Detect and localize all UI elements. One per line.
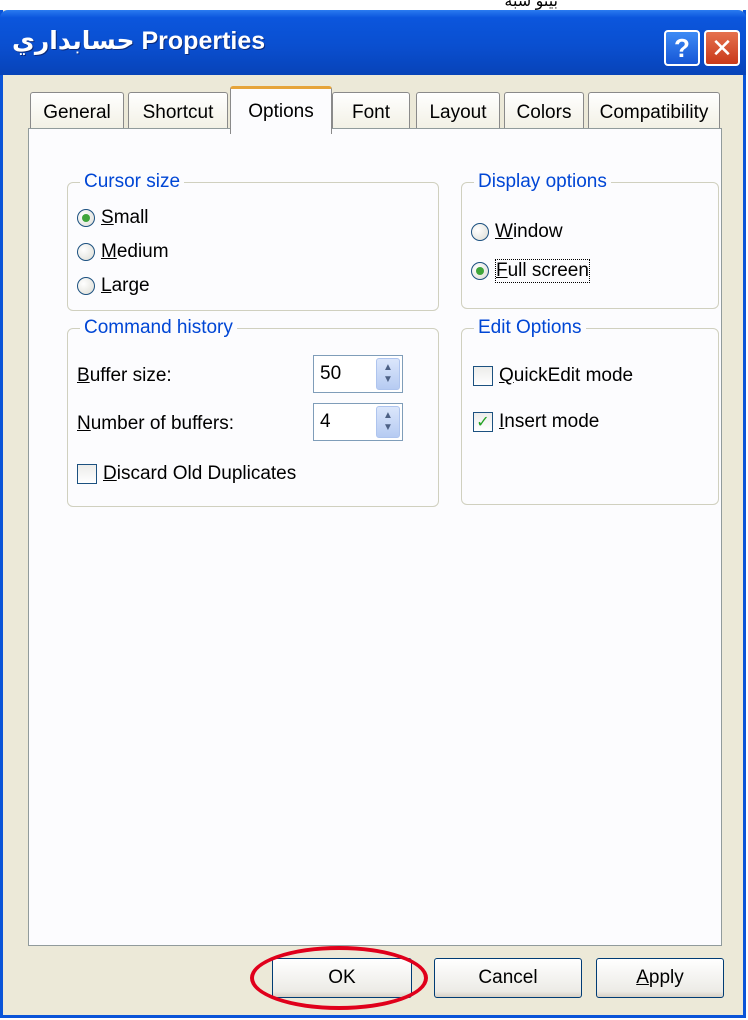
radio-small-control[interactable] — [77, 209, 95, 227]
radio-large-label: Large — [101, 275, 150, 296]
radio-window-control[interactable] — [471, 223, 489, 241]
ok-button[interactable]: OK — [272, 958, 412, 998]
buffer-size-spin-arrows[interactable]: ▲ ▼ — [376, 358, 400, 390]
spin-up-icon[interactable]: ▲ — [383, 362, 393, 374]
discard-duplicates-box[interactable] — [77, 464, 97, 484]
tab-shortcut[interactable]: Shortcut — [128, 92, 228, 132]
radio-window-label: Window — [495, 221, 563, 242]
tab-layout[interactable]: Layout — [416, 92, 500, 132]
buffer-size-value[interactable]: 50 — [314, 363, 376, 385]
radio-medium[interactable]: Medium — [77, 241, 169, 263]
help-button[interactable]: ? — [664, 30, 700, 66]
spin-down-icon[interactable]: ▼ — [383, 422, 393, 434]
num-buffers-stepper[interactable]: 4 ▲ ▼ — [313, 403, 403, 441]
radio-large-control[interactable] — [77, 277, 95, 295]
cursor-size-legend: Cursor size — [84, 171, 181, 192]
num-buffers-value[interactable]: 4 — [314, 411, 376, 433]
tab-general[interactable]: General — [30, 92, 124, 132]
quickedit-box[interactable] — [473, 366, 493, 386]
window-title: حسابداري Properties — [12, 27, 266, 55]
radio-full-screen[interactable]: Full screen — [471, 259, 590, 283]
spin-down-icon[interactable]: ▼ — [383, 374, 393, 386]
radio-medium-label: Medium — [101, 241, 169, 262]
top-partial-text: بيتو شبه — [0, 0, 748, 10]
radio-full-screen-label: Full screen — [495, 259, 590, 283]
apply-button[interactable]: Apply — [596, 958, 724, 998]
num-buffers-spin-arrows[interactable]: ▲ ▼ — [376, 406, 400, 438]
discard-duplicates-label: Discard Old Duplicates — [103, 463, 297, 484]
tab-font[interactable]: Font — [332, 92, 410, 132]
radio-small-label: Small — [101, 207, 149, 228]
buffer-size-label: Buffer size: — [77, 365, 172, 386]
options-panel: Cursor size Small Medium Large Display o… — [28, 128, 722, 946]
quickedit-checkbox[interactable]: QuickEdit mode — [473, 365, 633, 387]
buffer-size-stepper[interactable]: 50 ▲ ▼ — [313, 355, 403, 393]
quickedit-label: QuickEdit mode — [499, 365, 634, 386]
radio-window[interactable]: Window — [471, 221, 563, 243]
radio-full-screen-control[interactable] — [471, 262, 489, 280]
num-buffers-label: Number of buffers: — [77, 413, 235, 434]
tab-options[interactable]: Options — [230, 86, 332, 134]
discard-duplicates-checkbox[interactable]: Discard Old Duplicates — [77, 463, 296, 485]
command-history-legend: Command history — [84, 317, 233, 338]
close-button[interactable]: ✕ — [704, 30, 740, 66]
radio-small[interactable]: Small — [77, 207, 149, 229]
title-bar[interactable]: حسابداري Properties ? ✕ — [0, 10, 746, 75]
tab-compatibility[interactable]: Compatibility — [588, 92, 720, 132]
edit-options-legend: Edit Options — [478, 317, 582, 338]
radio-medium-control[interactable] — [77, 243, 95, 261]
insert-mode-label: Insert mode — [499, 411, 600, 432]
cancel-button[interactable]: Cancel — [434, 958, 582, 998]
insert-mode-checkbox[interactable]: ✓ Insert mode — [473, 411, 599, 433]
display-options-legend: Display options — [478, 171, 607, 192]
tab-colors[interactable]: Colors — [504, 92, 584, 132]
insert-mode-box[interactable]: ✓ — [473, 412, 493, 432]
checkmark-icon: ✓ — [476, 414, 490, 431]
spin-up-icon[interactable]: ▲ — [383, 410, 393, 422]
radio-large[interactable]: Large — [77, 275, 150, 297]
